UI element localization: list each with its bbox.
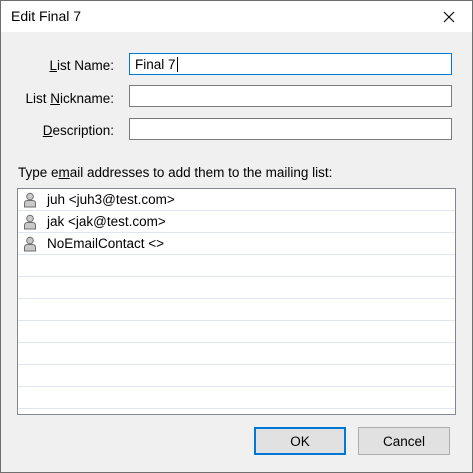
description-label: Description: — [42, 123, 114, 138]
ok-button[interactable]: OK — [254, 427, 346, 455]
cancel-button[interactable]: Cancel — [358, 427, 450, 455]
edit-list-dialog: Edit Final 7 List Name: Final 7 List Nic… — [0, 0, 473, 473]
members-list[interactable]: juh <juh3@test.com> jak <jak@test.com> N… — [17, 188, 456, 415]
close-button[interactable] — [426, 1, 472, 32]
list-name-input[interactable]: Final 7 — [129, 53, 452, 75]
text-caret — [176, 57, 178, 72]
member-row-1[interactable]: juh <juh3@test.com> — [18, 189, 455, 211]
empty-row[interactable] — [18, 343, 455, 365]
member-name: jak <jak@test.com> — [47, 214, 166, 229]
list-nickname-label: List Nickname: — [25, 91, 114, 106]
empty-row[interactable] — [18, 277, 455, 299]
close-icon — [443, 11, 455, 22]
member-row-3[interactable]: NoEmailContact <> — [18, 233, 455, 255]
member-row-2[interactable]: jak <jak@test.com> — [18, 211, 455, 233]
empty-row[interactable] — [18, 365, 455, 387]
empty-row[interactable] — [18, 255, 455, 277]
window-title: Edit Final 7 — [11, 8, 82, 24]
list-name-label: List Name: — [49, 58, 114, 73]
contact-icon — [24, 236, 36, 252]
members-instruction: Type email addresses to add them to the … — [18, 165, 333, 180]
empty-row[interactable] — [18, 321, 455, 343]
member-name: NoEmailContact <> — [47, 236, 165, 251]
ok-button-label: OK — [290, 433, 310, 449]
contact-icon — [24, 214, 36, 230]
description-input[interactable] — [129, 118, 452, 140]
cancel-button-label: Cancel — [382, 433, 426, 449]
title-bar: Edit Final 7 — [1, 1, 472, 32]
empty-row[interactable] — [18, 387, 455, 409]
empty-row[interactable] — [18, 299, 455, 321]
contact-icon — [24, 192, 36, 208]
member-name: juh <juh3@test.com> — [47, 192, 175, 207]
list-nickname-input[interactable] — [129, 85, 452, 107]
